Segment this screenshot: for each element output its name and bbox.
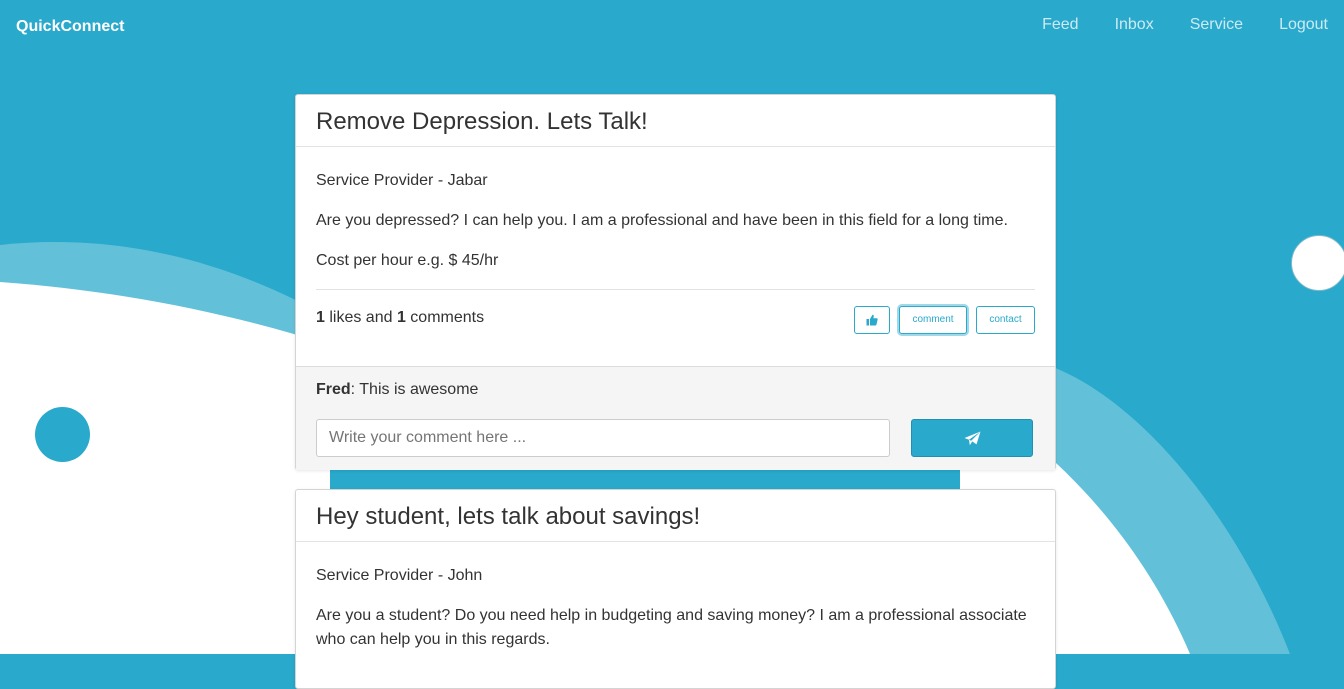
comment-item: Fred: This is awesome xyxy=(316,381,1035,399)
comment-text: : This is awesome xyxy=(350,381,479,398)
post-title: Remove Depression. Lets Talk! xyxy=(316,108,648,135)
comments-section: Fred: This is awesome xyxy=(296,366,1055,470)
post-title: Hey student, lets talk about savings! xyxy=(316,503,701,530)
decorative-circle-right xyxy=(1291,235,1344,291)
post-meta-row: 1 likes and 1 comments comment contact xyxy=(316,289,1035,365)
thumbs-up-icon xyxy=(866,314,878,326)
decorative-circle-left xyxy=(35,407,90,462)
nav-logout-link[interactable]: Logout xyxy=(1279,16,1328,34)
nav-links: Feed Inbox Service Logout xyxy=(1042,16,1328,34)
contact-button[interactable]: contact xyxy=(976,306,1035,334)
post-stats: 1 likes and 1 comments xyxy=(316,306,484,330)
post-header: Hey student, lets talk about savings! xyxy=(296,490,1055,542)
send-comment-button[interactable] xyxy=(911,419,1033,457)
left-white-wave xyxy=(0,282,330,654)
comments-count: 1 xyxy=(396,309,406,326)
comment-button[interactable]: comment xyxy=(899,306,967,334)
likes-label: likes and xyxy=(324,309,397,326)
navbar: QuickConnect Feed Inbox Service Logout xyxy=(0,0,1344,54)
comment-author: Fred xyxy=(316,381,351,398)
post-provider: Service Provider - John xyxy=(316,567,483,584)
brand-logo[interactable]: QuickConnect xyxy=(16,18,124,36)
post-cost: Cost per hour e.g. $ 45/hr xyxy=(316,252,499,269)
post-body: Service Provider - John Are you a studen… xyxy=(296,542,1055,652)
post-actions: comment contact xyxy=(854,306,1035,334)
likes-count: 1 xyxy=(316,309,325,326)
post-provider: Service Provider - Jabar xyxy=(316,172,488,189)
post-body: Service Provider - Jabar Are you depress… xyxy=(296,147,1055,365)
post-card: Hey student, lets talk about savings! Se… xyxy=(295,489,1056,689)
nav-feed-link[interactable]: Feed xyxy=(1042,16,1078,34)
post-card: Remove Depression. Lets Talk! Service Pr… xyxy=(295,94,1056,470)
post-description: Are you depressed? I can help you. I am … xyxy=(316,212,1008,229)
comment-input[interactable] xyxy=(316,419,890,457)
nav-inbox-link[interactable]: Inbox xyxy=(1115,16,1154,34)
comments-label: comments xyxy=(405,309,485,326)
post-description: Are you a student? Do you need help in b… xyxy=(316,607,1027,648)
post-header: Remove Depression. Lets Talk! xyxy=(296,95,1055,147)
nav-service-link[interactable]: Service xyxy=(1190,16,1243,34)
paper-plane-icon xyxy=(964,431,980,445)
like-button[interactable] xyxy=(854,306,890,334)
